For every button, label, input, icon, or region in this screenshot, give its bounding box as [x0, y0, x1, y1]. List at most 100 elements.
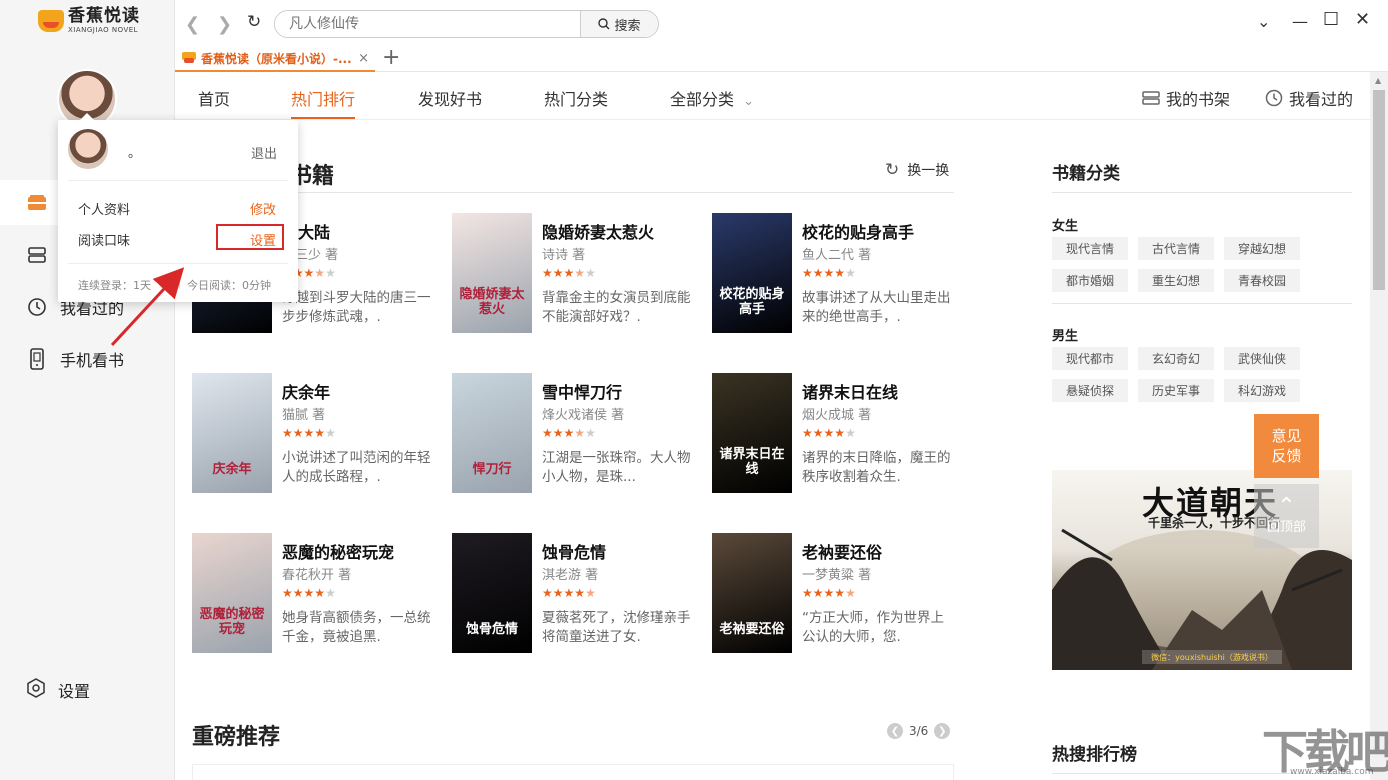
star-icon: ★: [802, 586, 813, 600]
tab-xiangjiao[interactable]: 香蕉悦读（原米看小说）-... ×: [175, 46, 375, 72]
nav-home[interactable]: 首页: [198, 86, 230, 110]
star-icon: ★: [834, 586, 846, 600]
nav-discover[interactable]: 发现好书: [418, 86, 482, 110]
star-icon: ★: [802, 426, 813, 440]
category-tag[interactable]: 历史军事: [1138, 379, 1214, 402]
minimize-icon[interactable]: —: [1292, 12, 1308, 31]
tab-close-icon[interactable]: ×: [358, 51, 369, 66]
category-tag[interactable]: 都市婚姻: [1052, 269, 1128, 292]
book-title[interactable]: 老衲要还俗: [802, 539, 882, 563]
maximize-icon[interactable]: ☐: [1323, 9, 1339, 30]
category-tag[interactable]: 古代言情: [1138, 237, 1214, 260]
close-icon[interactable]: ✕: [1355, 9, 1370, 30]
cover-title: 悍刀行: [472, 461, 512, 477]
book-title[interactable]: 诸界末日在线: [802, 379, 898, 403]
book-cover[interactable]: 隐婚娇妻太惹火: [452, 213, 532, 333]
female-label: 女生: [1052, 219, 1079, 234]
section-title-recommend: 重磅推荐: [192, 725, 281, 750]
book-description: 江湖是一张珠帘。大人物小人物，是珠...: [542, 450, 691, 485]
prev-icon[interactable]: ❮: [887, 723, 903, 739]
category-tag[interactable]: 武侠仙侠: [1224, 347, 1300, 370]
divider: [1052, 303, 1352, 304]
tab-bar: 香蕉悦读（原米看小说）-... × +: [175, 46, 1388, 72]
category-tag[interactable]: 青春校园: [1224, 269, 1300, 292]
next-icon[interactable]: ❯: [934, 723, 951, 739]
back-to-top-button[interactable]: ⌃ 回顶部: [1254, 484, 1319, 548]
book-author: 鱼人二代 著: [802, 248, 872, 263]
book-cover[interactable]: 悍刀行: [452, 373, 532, 493]
book-title[interactable]: 雪中悍刀行: [542, 379, 622, 403]
book-title[interactable]: 恶魔的秘密玩宠: [282, 539, 394, 563]
book-title[interactable]: 蚀骨危情: [542, 539, 606, 563]
rating-stars: ★★★★★: [542, 586, 596, 600]
search-button-label: 搜索: [614, 18, 641, 34]
book-title[interactable]: 庆余年: [282, 379, 330, 403]
book-card[interactable]: 校花的贴身高手 校花的贴身高手 鱼人二代 著故事讲述了从大山里走出来的绝世高手，. ★…: [712, 213, 952, 333]
category-tag[interactable]: 穿越幻想: [1224, 237, 1300, 260]
search-bar: 搜索: [274, 10, 659, 38]
cover-title: 恶魔的秘密玩宠: [199, 607, 265, 637]
book-cover[interactable]: 诸界末日在线: [712, 373, 792, 493]
login-streak: 连续登录：1天: [78, 279, 151, 292]
star-icon: ★: [585, 266, 596, 280]
book-card[interactable]: 诸界末日在线 诸界末日在线 烟火成城 著诸界的末日降临，魔王的秩序收割着众生. ★★★…: [712, 373, 952, 493]
popup-avatar: [68, 129, 108, 169]
chevron-down-icon[interactable]: ⌄: [1257, 12, 1270, 31]
search-button[interactable]: 搜索: [580, 11, 658, 37]
book-card[interactable]: 老衲要还俗 老衲要还俗 一梦黄粱 著 “方正大师，作为世界上公认的大师，您. ★★★★★: [712, 533, 952, 653]
book-card[interactable]: 悍刀行 雪中悍刀行 烽火戏诸侯 著江湖是一张珠帘。大人物小人物，是珠... ★★★★★: [452, 373, 692, 493]
scrollbar-thumb[interactable]: [1373, 90, 1385, 290]
category-tag[interactable]: 现代言情: [1052, 237, 1128, 260]
book-title[interactable]: 校花的贴身高手: [802, 219, 914, 243]
history-link[interactable]: 我看过的: [1265, 86, 1353, 110]
forward-icon[interactable]: ❯: [217, 14, 232, 35]
book-cover[interactable]: 蚀骨危情: [452, 533, 532, 653]
feedback-button[interactable]: 意见反馈: [1254, 414, 1319, 478]
rating-stars: ★★★★★: [542, 266, 596, 280]
new-tab-button[interactable]: +: [382, 46, 400, 70]
back-icon[interactable]: ❮: [185, 14, 200, 35]
book-card[interactable]: 隐婚娇妻太惹火 隐婚娇妻太惹火 诗诗 著背靠金主的女演员到底能不能演部好戏？. ★★★…: [452, 213, 692, 333]
cover-title: 隐婚娇妻太惹火: [459, 287, 525, 317]
book-card[interactable]: 蚀骨危情 蚀骨危情 淇老游 著夏薇茗死了，沈修瑾亲手将简童送进了女. ★★★★★: [452, 533, 692, 653]
sidebar-settings[interactable]: 设置: [26, 678, 90, 702]
category-tag[interactable]: 科幻游戏: [1224, 379, 1300, 402]
refresh-icon: ↻: [885, 160, 900, 180]
rating-stars: ★★★★★: [282, 426, 336, 440]
book-description: 穿越到斗罗大陆的唐三一步步修炼武魂，.: [282, 290, 431, 325]
book-cover[interactable]: 庆余年: [192, 373, 272, 493]
scroll-up-icon[interactable]: ▲: [1375, 76, 1381, 85]
highlight-box: [216, 224, 284, 250]
edit-profile-link[interactable]: 修改: [250, 199, 276, 218]
book-cover[interactable]: 恶魔的秘密玩宠: [192, 533, 272, 653]
nav-hot-category[interactable]: 热门分类: [544, 86, 608, 110]
search-input[interactable]: [275, 11, 580, 37]
nav-hot-ranking[interactable]: 热门排行: [291, 86, 355, 110]
book-cover[interactable]: 老衲要还俗: [712, 533, 792, 653]
star-icon: ★: [563, 426, 575, 440]
category-tag[interactable]: 悬疑侦探: [1052, 379, 1128, 402]
rating-stars: ★★★★★: [282, 586, 336, 600]
scrollbar[interactable]: ▲: [1370, 72, 1388, 780]
category-tag[interactable]: 现代都市: [1052, 347, 1128, 370]
popup-username: 。: [128, 146, 142, 161]
star-icon: ★: [282, 586, 293, 600]
refresh-button[interactable]: ↻ 换一换: [885, 160, 949, 180]
logout-button[interactable]: 退出: [251, 143, 277, 162]
category-tag[interactable]: 玄幻奇幻: [1138, 347, 1214, 370]
my-bookshelf-link[interactable]: 我的书架: [1142, 86, 1230, 110]
book-card[interactable]: 恶魔的秘密玩宠 恶魔的秘密玩宠 春花秋开 著她身背高额债务，一总统千金，竟被追黑. ★…: [192, 533, 432, 653]
settings-icon: [26, 678, 46, 702]
today-reading: 今日阅读：0分钟: [187, 279, 271, 292]
book-card[interactable]: 庆余年 庆余年 猫腻 著小说讲述了叫范闲的年轻人的成长路程，. ★★★★★: [192, 373, 432, 493]
sidebar-item-mobile[interactable]: 手机看书: [0, 336, 175, 381]
book-title[interactable]: 隐婚娇妻太惹火: [542, 219, 654, 243]
book-cover[interactable]: 校花的贴身高手: [712, 213, 792, 333]
bookshelf-icon: [1142, 91, 1160, 105]
reload-icon[interactable]: ↻: [247, 12, 261, 32]
star-icon: ★: [282, 426, 293, 440]
category-tag[interactable]: 重生幻想: [1138, 269, 1214, 292]
recommend-panel: [192, 764, 954, 780]
app-logo[interactable]: 香蕉悦读 XIANGJIAO NOVEL: [38, 8, 140, 34]
nav-all-category[interactable]: 全部分类 ⌄: [670, 86, 754, 110]
